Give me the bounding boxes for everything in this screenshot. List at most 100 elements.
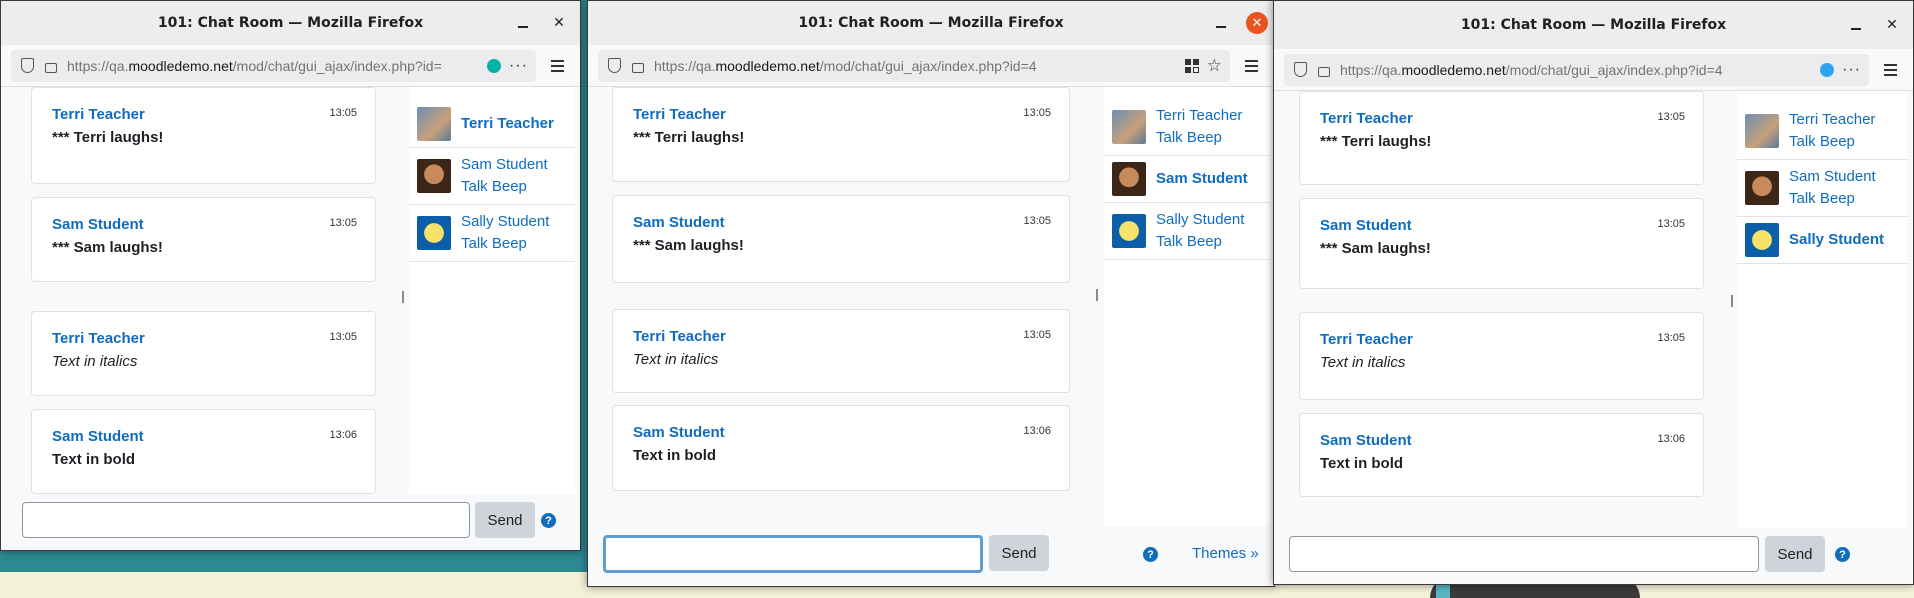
themes-link[interactable]: Themes » bbox=[1192, 545, 1259, 562]
shield-icon[interactable] bbox=[606, 58, 622, 74]
url-text: https://qa.moodledemo.net/mod/chat/gui_a… bbox=[654, 57, 1037, 74]
url-bar[interactable]: https://qa.moodledemo.net/mod/chat/gui_a… bbox=[11, 49, 536, 82]
talk-beep-links[interactable]: Talk Beep bbox=[1156, 127, 1242, 149]
user-name[interactable]: Terri Teacher bbox=[1156, 105, 1242, 127]
menu-icon[interactable] bbox=[1877, 57, 1903, 83]
lock-icon[interactable] bbox=[1316, 62, 1332, 78]
user-list-item: Sam Student bbox=[1104, 156, 1269, 203]
avatar[interactable] bbox=[417, 107, 451, 141]
message-time: 13:06 bbox=[1023, 425, 1051, 437]
chat-message-input[interactable] bbox=[603, 535, 983, 573]
avatar[interactable] bbox=[1745, 171, 1779, 205]
message-author[interactable]: Sam Student bbox=[633, 424, 1049, 441]
talk-beep-links[interactable]: Talk Beep bbox=[461, 233, 549, 255]
chat-message: Sam Student 13:05 *** Sam laughs! bbox=[612, 195, 1070, 283]
more-actions-icon[interactable]: ··· bbox=[1842, 61, 1861, 79]
talk-beep-links[interactable]: Talk Beep bbox=[1156, 231, 1244, 253]
avatar[interactable] bbox=[1112, 162, 1146, 196]
user-name[interactable]: Sam Student bbox=[1789, 166, 1876, 188]
message-author[interactable]: Sam Student bbox=[1320, 432, 1683, 449]
avatar[interactable] bbox=[417, 159, 451, 193]
extension-dot-icon[interactable] bbox=[1820, 62, 1835, 77]
menu-icon[interactable] bbox=[544, 53, 570, 79]
user-list: Terri Teacher Sam Student Talk Beep Sall… bbox=[409, 87, 575, 494]
shield-icon[interactable] bbox=[1292, 62, 1308, 78]
close-icon[interactable]: ✕ bbox=[1881, 14, 1903, 36]
send-button[interactable]: Send bbox=[1765, 536, 1825, 572]
more-actions-icon[interactable]: ··· bbox=[509, 57, 528, 75]
message-time: 13:05 bbox=[329, 107, 357, 119]
chat-message-input[interactable] bbox=[1289, 536, 1759, 572]
menu-icon[interactable] bbox=[1238, 53, 1264, 79]
chat-message: Terri Teacher 13:05 Text in italics bbox=[31, 311, 376, 396]
user-name[interactable]: Sally Student bbox=[1156, 209, 1244, 231]
avatar[interactable] bbox=[417, 216, 451, 250]
minimize-icon[interactable] bbox=[1210, 12, 1232, 34]
url-text: https://qa.moodledemo.net/mod/chat/gui_a… bbox=[1340, 61, 1723, 78]
message-author[interactable]: Terri Teacher bbox=[633, 106, 1049, 123]
shield-icon[interactable] bbox=[19, 58, 35, 74]
lock-icon[interactable] bbox=[43, 58, 59, 74]
avatar[interactable] bbox=[1112, 110, 1146, 144]
avatar[interactable] bbox=[1745, 114, 1779, 148]
minimize-icon[interactable] bbox=[1845, 14, 1867, 36]
pane-splitter[interactable] bbox=[402, 291, 404, 303]
user-list: Terri Teacher Talk Beep Sam Student Sall… bbox=[1104, 87, 1269, 530]
url-bar[interactable]: https://qa.moodledemo.net/mod/chat/gui_a… bbox=[598, 49, 1230, 82]
message-time: 13:05 bbox=[1657, 332, 1685, 344]
window-titlebar[interactable]: 101: Chat Room — Mozilla Firefox ✕ bbox=[1, 1, 580, 45]
avatar[interactable] bbox=[1112, 214, 1146, 248]
message-author[interactable]: Sam Student bbox=[1320, 217, 1683, 234]
user-name[interactable]: Sally Student bbox=[461, 211, 549, 233]
pane-splitter[interactable] bbox=[1096, 289, 1098, 301]
message-text: *** Terri laughs! bbox=[633, 129, 745, 146]
user-list-item: Terri Teacher bbox=[409, 101, 575, 148]
extension-dot-icon[interactable] bbox=[487, 58, 502, 73]
user-list-item: Sam Student Talk Beep bbox=[409, 148, 575, 205]
message-author[interactable]: Terri Teacher bbox=[1320, 331, 1683, 348]
message-author[interactable]: Sam Student bbox=[52, 428, 355, 445]
bookmark-star-icon[interactable]: ☆ bbox=[1207, 56, 1222, 76]
user-list-item: Sally Student Talk Beep bbox=[1104, 203, 1269, 260]
user-name[interactable]: Terri Teacher bbox=[461, 113, 554, 135]
extensions-grid-icon[interactable] bbox=[1184, 58, 1199, 73]
help-icon[interactable]: ? bbox=[1835, 547, 1850, 562]
message-time: 13:05 bbox=[1023, 107, 1051, 119]
talk-beep-links[interactable]: Talk Beep bbox=[461, 176, 548, 198]
help-icon[interactable]: ? bbox=[541, 513, 556, 528]
message-list: Terri Teacher 13:05 *** Terri laughs! Sa… bbox=[588, 87, 1093, 530]
message-author[interactable]: Sam Student bbox=[52, 216, 355, 233]
lock-icon[interactable] bbox=[630, 58, 646, 74]
message-time: 13:05 bbox=[329, 217, 357, 229]
message-author[interactable]: Terri Teacher bbox=[52, 330, 355, 347]
user-name[interactable]: Sam Student bbox=[1156, 168, 1248, 190]
message-author[interactable]: Terri Teacher bbox=[52, 106, 355, 123]
message-author[interactable]: Terri Teacher bbox=[633, 328, 1049, 345]
window-title: 101: Chat Room — Mozilla Firefox bbox=[798, 15, 1064, 31]
message-time: 13:05 bbox=[1023, 329, 1051, 341]
user-name[interactable]: Sally Student bbox=[1789, 229, 1884, 251]
help-icon[interactable]: ? bbox=[1143, 547, 1158, 562]
chat-content: Terri Teacher 13:05 *** Terri laughs! Sa… bbox=[1, 87, 580, 550]
talk-beep-links[interactable]: Talk Beep bbox=[1789, 131, 1875, 153]
message-time: 13:06 bbox=[1657, 433, 1685, 445]
send-button[interactable]: Send bbox=[989, 535, 1049, 571]
message-text: Text in bold bbox=[1320, 455, 1404, 472]
chat-message-input[interactable] bbox=[22, 502, 470, 538]
message-author[interactable]: Sam Student bbox=[633, 214, 1049, 231]
window-titlebar[interactable]: 101: Chat Room — Mozilla Firefox ✕ bbox=[588, 1, 1274, 45]
pane-splitter[interactable] bbox=[1731, 295, 1733, 307]
send-button[interactable]: Send bbox=[475, 502, 535, 538]
url-bar[interactable]: https://qa.moodledemo.net/mod/chat/gui_a… bbox=[1284, 53, 1869, 86]
close-icon[interactable]: ✕ bbox=[548, 12, 570, 34]
talk-beep-links[interactable]: Talk Beep bbox=[1789, 188, 1876, 210]
minimize-icon[interactable] bbox=[512, 12, 534, 34]
user-name[interactable]: Terri Teacher bbox=[1789, 109, 1875, 131]
avatar[interactable] bbox=[1745, 223, 1779, 257]
message-list: Terri Teacher 13:05 *** Terri laughs! Sa… bbox=[1274, 91, 1729, 528]
message-author[interactable]: Terri Teacher bbox=[1320, 110, 1683, 127]
message-time: 13:05 bbox=[1657, 218, 1685, 230]
user-name[interactable]: Sam Student bbox=[461, 154, 548, 176]
window-titlebar[interactable]: 101: Chat Room — Mozilla Firefox ✕ bbox=[1274, 1, 1913, 49]
close-icon[interactable]: ✕ bbox=[1246, 12, 1268, 34]
